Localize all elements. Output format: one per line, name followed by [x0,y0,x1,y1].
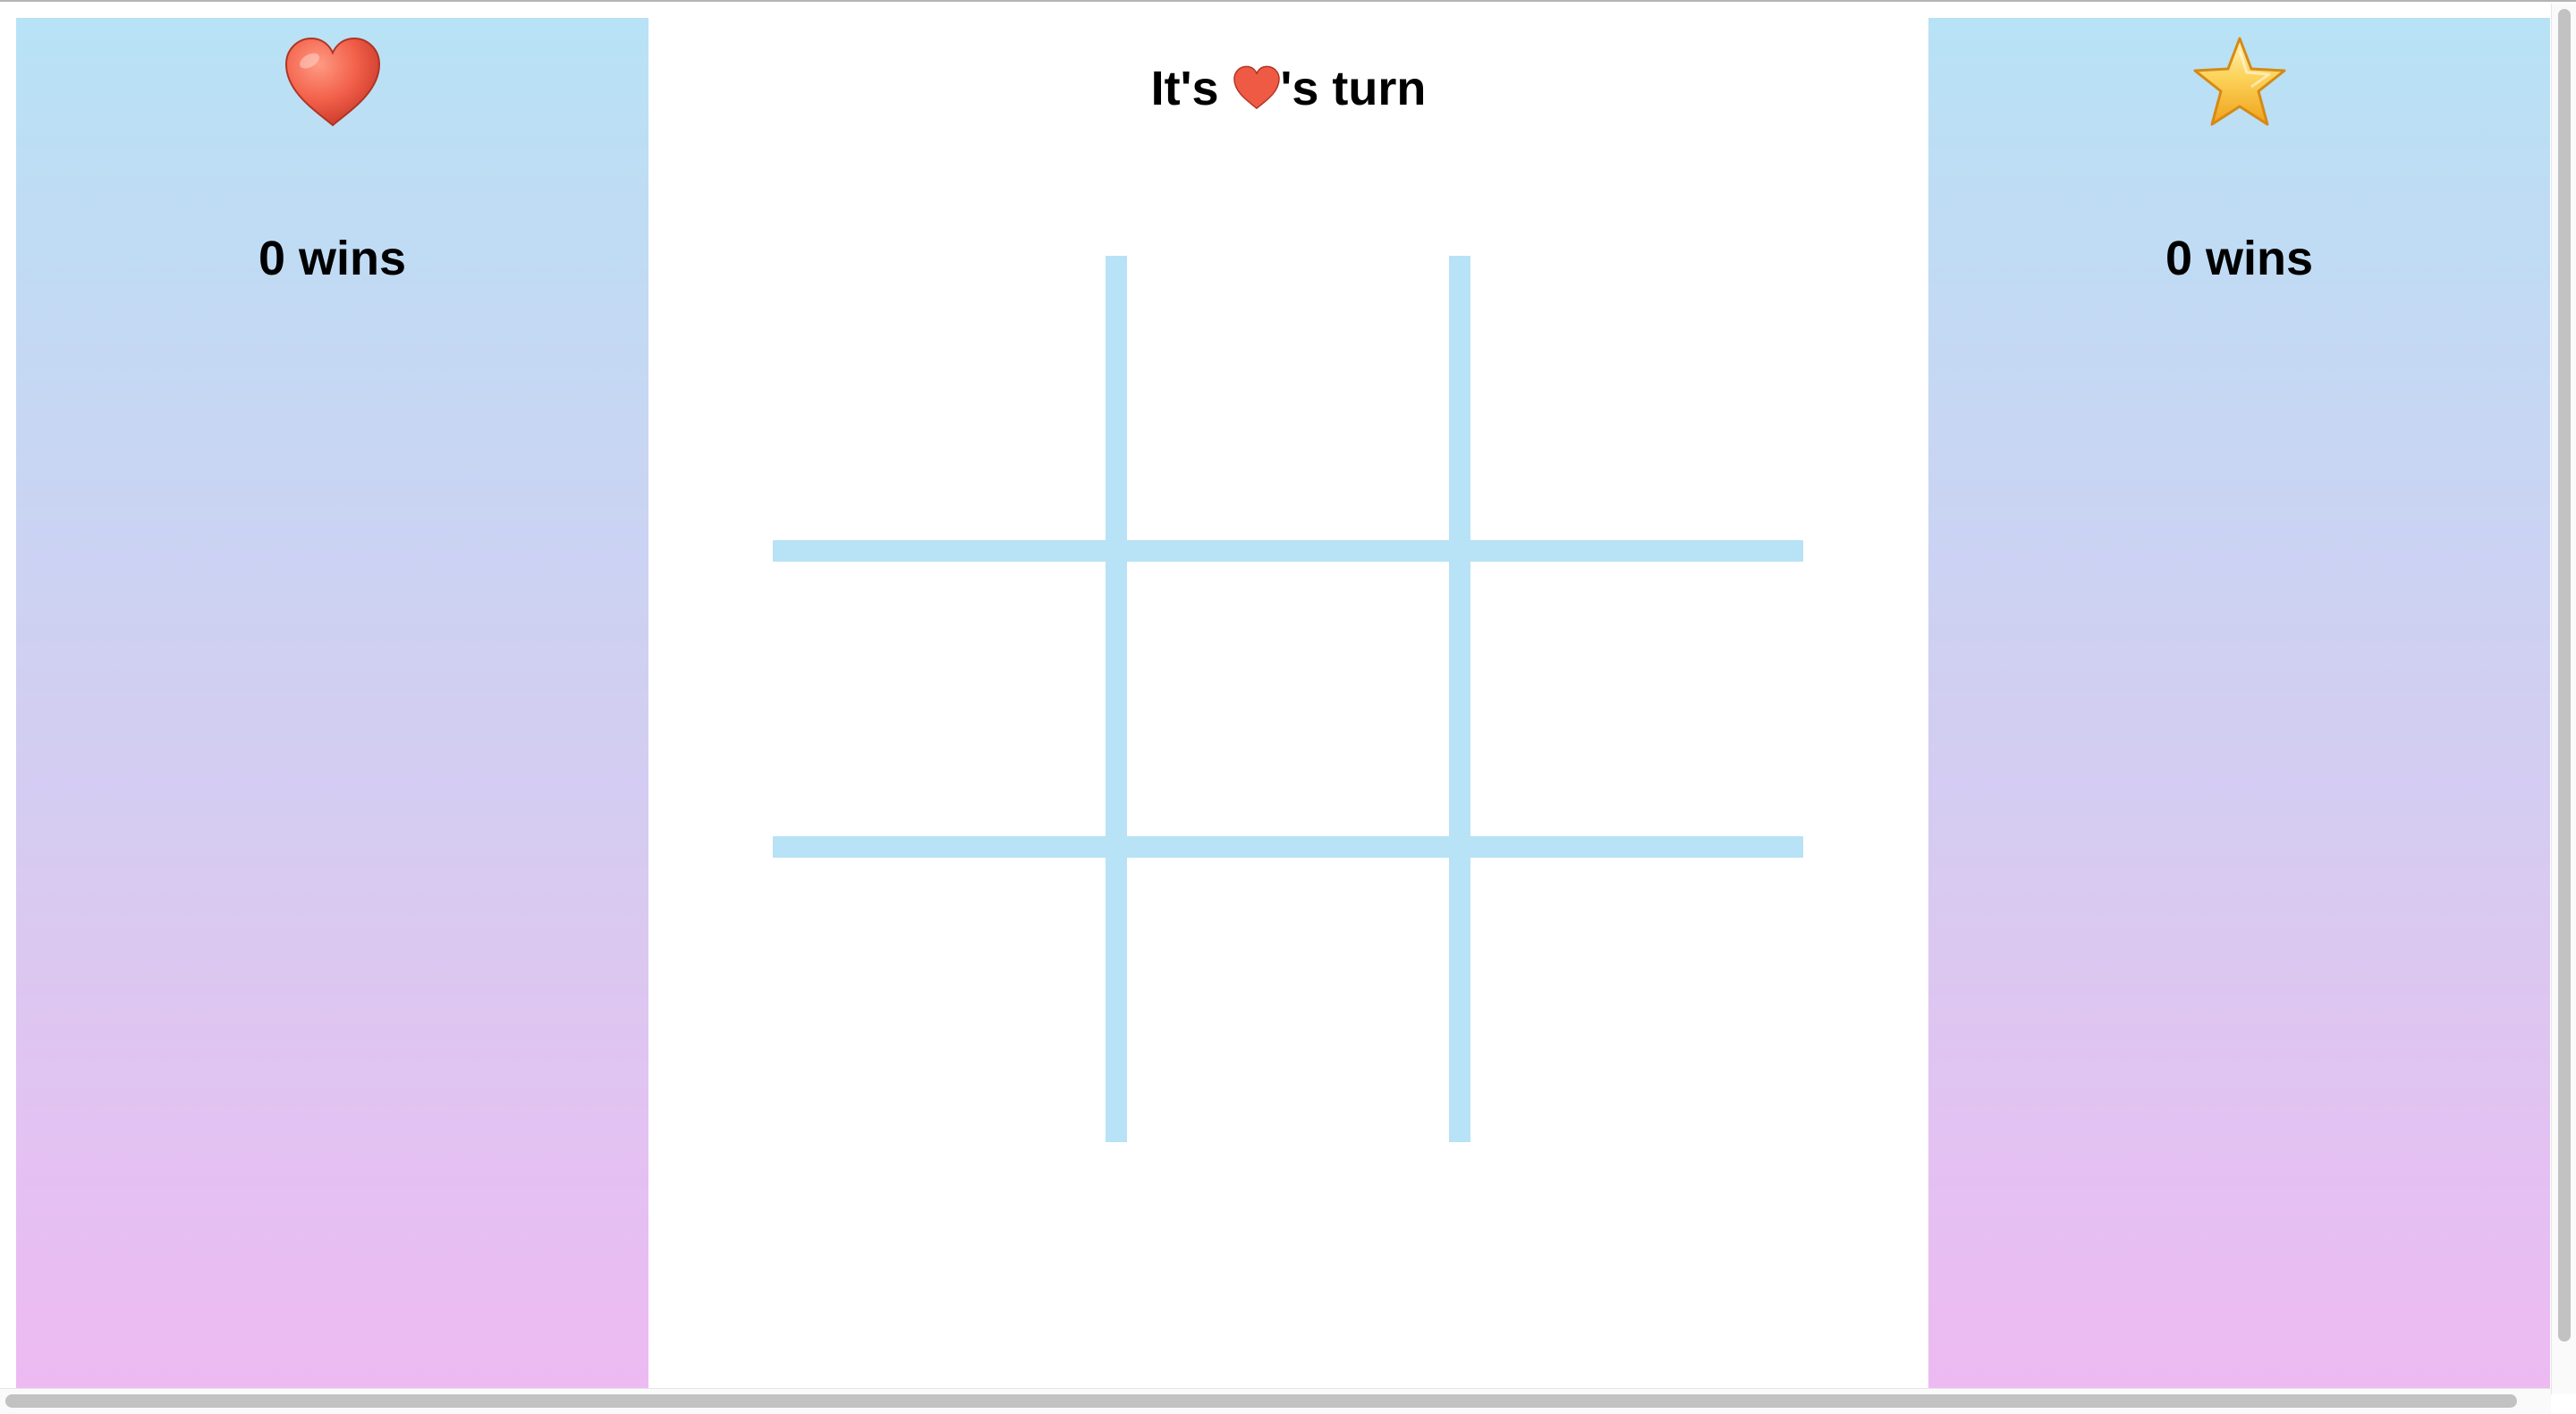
horizontal-scrollbar-thumb[interactable] [5,1394,2517,1408]
board-cell[interactable] [773,540,1107,836]
turn-suffix: 's turn [1280,62,1427,115]
player-1-panel: 0 wins [16,18,648,1388]
board-cell[interactable] [1107,836,1451,1142]
game-board [773,256,1803,1142]
vertical-scrollbar-thumb[interactable] [2558,9,2571,1342]
board-cell[interactable] [1451,256,1803,540]
turn-indicator: It's 's turn [648,61,1928,116]
board-cell[interactable] [773,836,1107,1142]
board-cell[interactable] [1107,256,1451,540]
player-1-wins: 0 wins [258,232,407,285]
heart-icon [1233,64,1281,112]
star-icon [2186,29,2293,136]
player-2-wins: 0 wins [2165,232,2314,285]
board-cell[interactable] [773,256,1107,540]
board-cell[interactable] [1107,540,1451,836]
board-cell[interactable] [1451,836,1803,1142]
game-window: 0 wins It's 's turn 0 wins [0,0,2576,1414]
heart-icon [279,29,386,136]
player-2-panel: 0 wins [1928,18,2550,1388]
board-cell[interactable] [1451,540,1803,836]
turn-prefix: It's [1150,62,1233,115]
